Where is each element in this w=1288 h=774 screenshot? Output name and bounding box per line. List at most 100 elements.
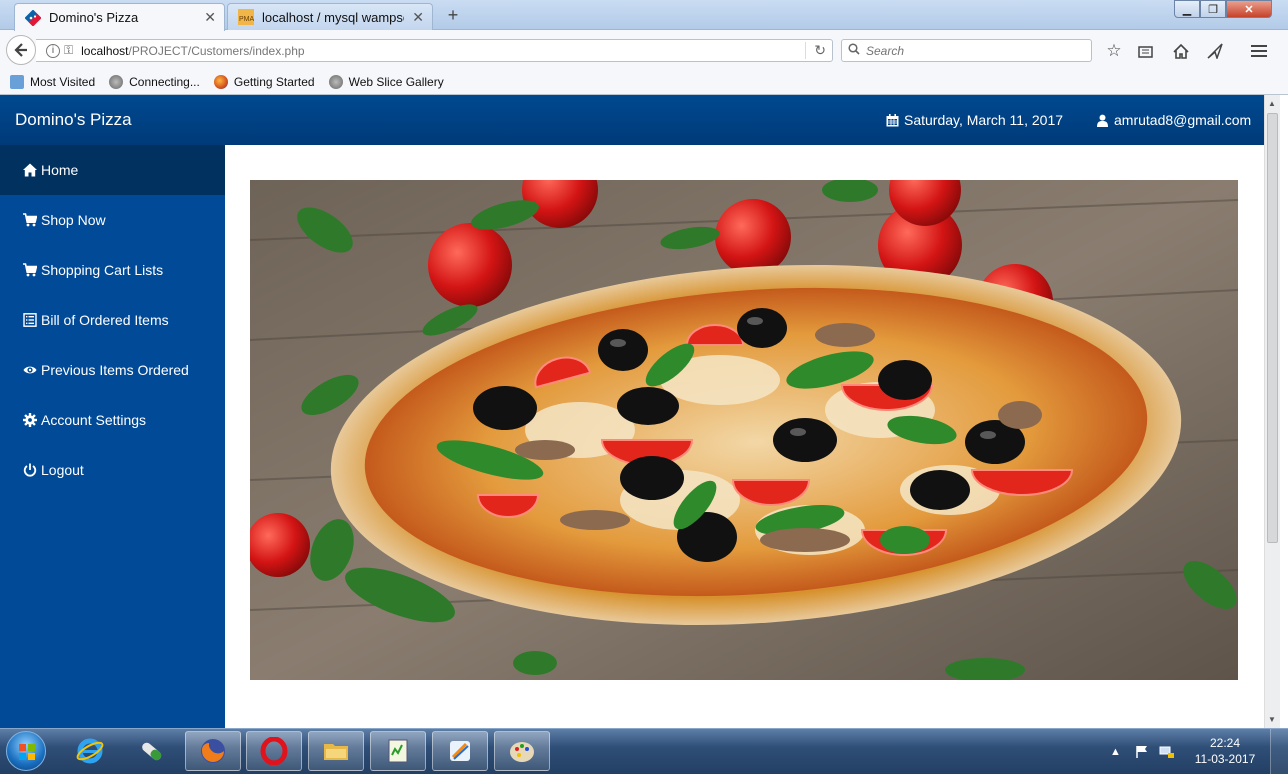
bookmark-getting-started[interactable]: Getting Started	[213, 75, 315, 89]
home-icon[interactable]	[1170, 40, 1192, 62]
bookmark-label: Connecting...	[129, 75, 200, 89]
network-icon[interactable]	[1159, 745, 1175, 759]
sidebar-item-home[interactable]: Home	[0, 145, 225, 195]
browser-navigation-bar: i ⚿ localhost/PROJECT/Customers/index.ph…	[0, 30, 1288, 70]
sidebar-item-shopping-cart-lists[interactable]: Shopping Cart Lists	[0, 245, 225, 295]
folder-icon	[324, 744, 348, 760]
bookmark-connecting[interactable]: Connecting...	[109, 75, 200, 89]
tab-dominos-pizza[interactable]: Domino's Pizza ✕	[14, 3, 225, 31]
key-icon[interactable]: ⚿	[64, 43, 73, 58]
reload-icon[interactable]: ↻	[805, 42, 826, 59]
show-hidden-icons-icon[interactable]: ▲	[1110, 746, 1121, 758]
current-date: Saturday, March 11, 2017	[904, 112, 1064, 128]
back-button[interactable]	[6, 35, 36, 65]
site-info-icon[interactable]: i	[46, 43, 60, 58]
sidebar-item-label: Previous Items Ordered	[41, 362, 189, 378]
tab-phpmyadmin[interactable]: PMA localhost / mysql wampser... ✕	[227, 3, 433, 30]
sidebar-item-label: Logout	[41, 462, 84, 478]
sidebar-item-previous-items-ordered[interactable]: Previous Items Ordered	[0, 345, 225, 395]
calendar-icon	[886, 113, 899, 126]
search-bar[interactable]	[841, 39, 1092, 62]
taskbar-paint[interactable]	[494, 731, 550, 771]
most-visited-icon	[10, 75, 24, 89]
taskbar-firefox[interactable]	[185, 731, 241, 771]
sidebar-item-shop-now[interactable]: Shop Now	[0, 195, 225, 245]
windows-taskbar: ▲ 22:24 11-03-2017	[0, 728, 1288, 774]
clock-time: 22:24	[1209, 736, 1241, 750]
pill-icon	[142, 742, 162, 761]
dominos-favicon-icon	[25, 9, 41, 26]
url-path: /PROJECT/Customers/index.php	[128, 43, 305, 58]
tab-title: localhost / mysql wampser...	[262, 9, 404, 25]
menu-hamburger-icon[interactable]	[1248, 40, 1270, 62]
app-header: Domino's Pizza Saturday, March 11, 2017 …	[0, 95, 1264, 145]
pizza-hero-image	[250, 180, 1238, 680]
clock-date: 11-03-2017	[1194, 752, 1256, 766]
sidebar-item-label: Shop Now	[41, 212, 106, 228]
url-host: localhost	[81, 43, 129, 58]
home-icon	[23, 163, 37, 177]
sidebar-item-label: Home	[41, 162, 79, 178]
header-user[interactable]: amrutad8@gmail.com	[1096, 112, 1251, 128]
taskbar-clock[interactable]: 22:24 11-03-2017	[1190, 735, 1260, 767]
sidebar-item-bill-of-ordered-items[interactable]: Bill of Ordered Items	[0, 295, 225, 345]
close-tab-icon[interactable]: ✕	[204, 9, 216, 26]
taskbar-file-explorer[interactable]	[308, 731, 364, 771]
sidebar: Home Shop Now Shopping Cart Lists Bill o…	[0, 145, 225, 728]
new-tab-button[interactable]: +	[442, 5, 464, 26]
main-content	[225, 145, 1264, 728]
bookmarks-toolbar: Most Visited Connecting... Getting Start…	[0, 70, 1288, 95]
sidebar-item-logout[interactable]: Logout	[0, 445, 225, 495]
taskbar-opera[interactable]	[246, 731, 302, 771]
bookmark-web-slice-gallery[interactable]: Web Slice Gallery	[328, 75, 444, 89]
sidebar-item-account-settings[interactable]: Account Settings	[0, 395, 225, 445]
cart-icon	[23, 213, 37, 227]
bookmark-star-icon[interactable]: ☆	[1103, 40, 1125, 62]
cart-icon	[23, 263, 37, 277]
bookmark-label: Getting Started	[233, 75, 315, 89]
brand-title[interactable]: Domino's Pizza	[15, 110, 132, 130]
firefox-icon	[213, 75, 228, 89]
address-bar[interactable]: i ⚿ localhost/PROJECT/Customers/index.ph…	[36, 39, 833, 62]
editor-icon	[450, 741, 470, 761]
bookmark-most-visited[interactable]: Most Visited	[10, 75, 95, 89]
system-tray: ▲	[1110, 729, 1175, 774]
show-desktop-button[interactable]	[1270, 729, 1288, 774]
taskbar-sublime[interactable]	[432, 731, 488, 771]
windows-logo-icon	[19, 744, 35, 760]
window-close-button[interactable]: ✕	[1226, 0, 1272, 18]
internet-explorer-icon	[76, 738, 104, 764]
taskbar-internet-explorer[interactable]	[62, 731, 118, 771]
scrollbar-thumb[interactable]	[1267, 113, 1278, 543]
page-scrollbar[interactable]: ▲ ▼	[1264, 95, 1280, 728]
web-page: Domino's Pizza Saturday, March 11, 2017 …	[0, 95, 1264, 728]
notepad-icon	[388, 739, 408, 763]
user-icon	[1097, 114, 1108, 127]
close-tab-icon[interactable]: ✕	[412, 9, 424, 26]
window-controls: ▁ ❐ ✕	[1174, 0, 1272, 20]
cog-icon	[23, 413, 37, 427]
minimize-button[interactable]: ▁	[1174, 0, 1200, 18]
search-input[interactable]	[866, 43, 1066, 58]
eye-icon	[23, 366, 37, 374]
sidebar-item-label: Shopping Cart Lists	[41, 262, 164, 278]
restore-button[interactable]: ❐	[1200, 0, 1226, 18]
scroll-up-arrow-icon[interactable]: ▲	[1268, 99, 1276, 108]
power-icon	[23, 463, 37, 477]
globe-icon	[328, 75, 343, 89]
user-email: amrutad8@gmail.com	[1114, 112, 1252, 128]
paint-palette-icon	[510, 742, 534, 762]
list-alt-icon	[23, 313, 37, 327]
start-button[interactable]	[6, 731, 46, 771]
url-text[interactable]: localhost/PROJECT/Customers/index.php	[81, 44, 304, 58]
taskbar-notepad[interactable]	[370, 731, 426, 771]
send-arrow-icon[interactable]	[1204, 40, 1226, 62]
scroll-down-arrow-icon[interactable]: ▼	[1268, 715, 1276, 724]
svg-text:PMA: PMA	[239, 16, 254, 23]
bookmarks-library-icon[interactable]	[1134, 40, 1156, 62]
bookmark-label: Web Slice Gallery	[348, 75, 444, 89]
sidebar-item-label: Bill of Ordered Items	[41, 312, 169, 328]
taskbar-app-pill[interactable]	[124, 731, 180, 771]
action-center-flag-icon[interactable]	[1135, 745, 1149, 759]
globe-icon	[109, 75, 124, 89]
